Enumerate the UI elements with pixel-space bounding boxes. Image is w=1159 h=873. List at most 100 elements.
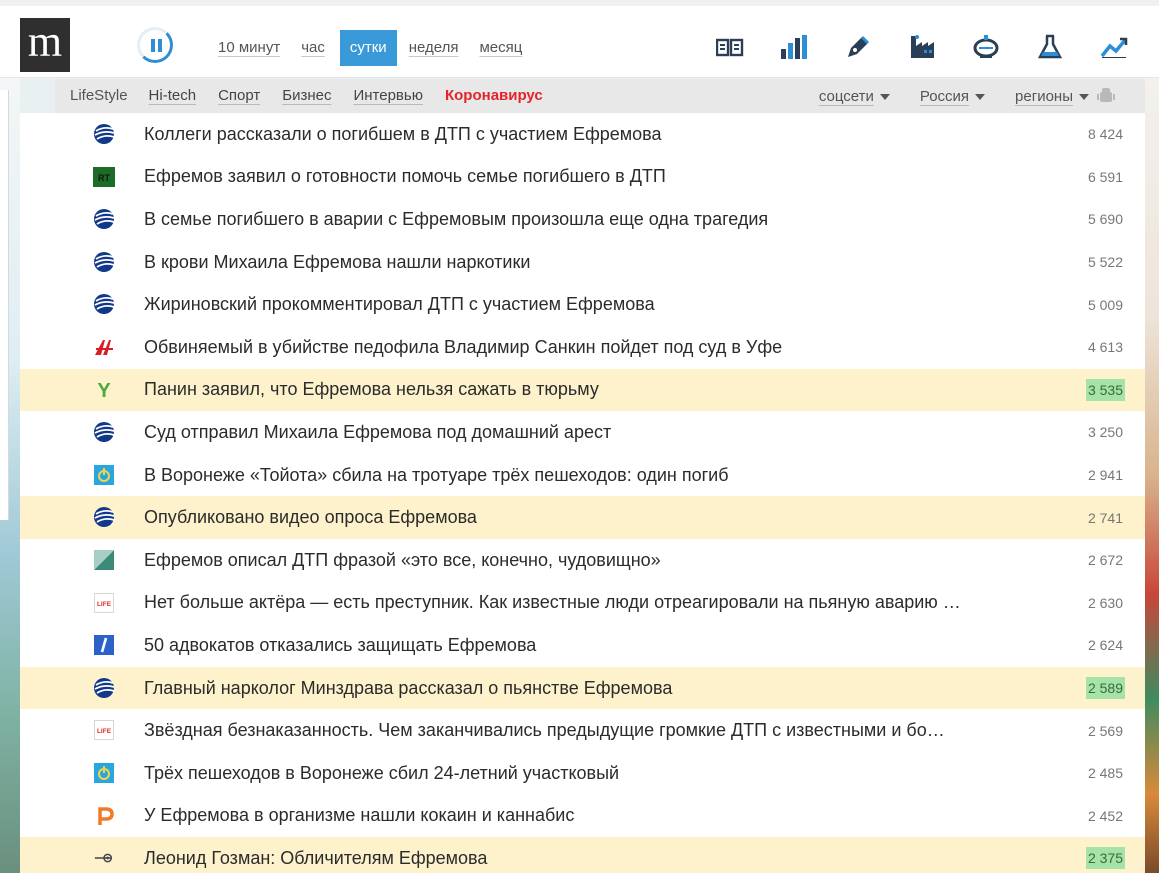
news-title-link[interactable]: Звёздная безнаказанность. Чем заканчивал…: [144, 720, 1014, 741]
news-row[interactable]: Леонид Гозман: Обличителям Ефремова 2 375: [20, 837, 1145, 873]
svg-text:LIFE: LIFE: [97, 728, 112, 735]
news-row[interactable]: Жириновский прокомментировал ДТП с участ…: [20, 283, 1145, 326]
view-count: 2 630: [1087, 594, 1123, 611]
globe-icon: [93, 251, 115, 272]
news-title-link[interactable]: Ефремов описал ДТП фразой «это все, коне…: [144, 550, 1014, 571]
period-10min[interactable]: 10 минут: [212, 30, 286, 66]
globe-icon: [93, 124, 115, 144]
period-month[interactable]: месяц: [473, 30, 528, 66]
caret-down-icon: [1079, 93, 1089, 100]
news-title-link[interactable]: Коллеги рассказали о погибшем в ДТП с уч…: [144, 124, 1014, 145]
globe-icon: [93, 507, 115, 528]
slash-icon: [93, 635, 115, 656]
news-row[interactable]: Ефремов описал ДТП фразой «это все, коне…: [20, 539, 1145, 582]
section-tabs: LifeStyle Hi-tech Спорт Бизнес Интервью …: [55, 79, 554, 113]
power-icon: [93, 464, 115, 485]
period-week[interactable]: неделя: [403, 30, 465, 66]
news-row[interactable]: Главный нарколог Минздрава рассказал о п…: [20, 666, 1145, 710]
cup-icon[interactable]: [971, 32, 1001, 62]
news-row[interactable]: 50 адвокатов отказались защищать Ефремов…: [20, 624, 1145, 667]
news-title-link[interactable]: Леонид Гозман: Обличителям Ефремова: [144, 848, 1014, 869]
news-title-link[interactable]: Трёх пешеходов в Воронеже сбил 24-летний…: [144, 763, 1014, 784]
news-title-link[interactable]: В семье погибшего в аварии с Ефремовым п…: [144, 209, 1014, 230]
line-chart-icon[interactable]: [1099, 32, 1129, 62]
flask-icon[interactable]: [1035, 32, 1065, 62]
news-title-link[interactable]: Главный нарколог Минздрава рассказал о п…: [144, 678, 1014, 699]
tab-sport[interactable]: Спорт: [207, 79, 271, 113]
news-title-link[interactable]: В крови Михаила Ефремова нашли наркотики: [144, 252, 1014, 273]
globe-icon: [93, 294, 115, 315]
news-row[interactable]: LIFE Нет больше актёра — есть преступник.…: [20, 582, 1145, 625]
rt-icon: RT: [93, 166, 115, 187]
news-row[interactable]: RT Ефремов заявил о готовности помочь сем…: [20, 156, 1145, 199]
pause-refresh-button[interactable]: [137, 27, 173, 63]
news-title-link[interactable]: Суд отправил Михаила Ефремова под домашн…: [144, 422, 1014, 443]
site-logo[interactable]: m: [20, 18, 70, 72]
robot-icon[interactable]: [1097, 87, 1115, 105]
view-count: 2 624: [1087, 637, 1123, 654]
regions-dropdown[interactable]: регионы: [1015, 88, 1089, 105]
category-icons: [681, 32, 1129, 62]
news-row[interactable]: В семье погибшего в аварии с Ефремовым п…: [20, 198, 1145, 241]
news-list: Коллеги рассказали о погибшем в ДТП с уч…: [20, 113, 1145, 873]
news-title-link[interactable]: У Ефремова в организме нашли кокаин и ка…: [144, 805, 1014, 826]
view-count: 2 375: [1085, 847, 1125, 870]
news-title-link[interactable]: Опубликовано видео опроса Ефремова: [144, 507, 1014, 528]
life-icon: LIFE: [93, 720, 115, 741]
view-count: 3 535: [1085, 378, 1125, 401]
news-row[interactable]: В крови Михаила Ефремова нашли наркотики…: [20, 241, 1145, 284]
period-day[interactable]: сутки: [339, 30, 397, 66]
news-title-link[interactable]: Жириновский прокомментировал ДТП с участ…: [144, 294, 1014, 315]
globe-icon: [93, 209, 115, 230]
pen-icon[interactable]: [843, 32, 873, 62]
news-row[interactable]: Обвиняемый в убийстве педофила Владимир …: [20, 326, 1145, 369]
news-title-link[interactable]: Обвиняемый в убийстве педофила Владимир …: [144, 337, 1014, 358]
news-row[interactable]: В Воронеже «Тойота» сбила на тротуаре тр…: [20, 454, 1145, 497]
socials-dropdown[interactable]: соцсети: [819, 88, 890, 105]
pause-icon: [151, 39, 155, 52]
news-row[interactable]: Коллеги рассказали о погибшем в ДТП с уч…: [20, 113, 1145, 156]
power-icon: [93, 762, 115, 783]
news-row[interactable]: У Ефремова в организме нашли кокаин и ка…: [20, 795, 1145, 838]
news-title-link[interactable]: Ефремов заявил о готовности помочь семье…: [144, 166, 1014, 187]
tab-coronavirus[interactable]: Коронавирус: [434, 79, 554, 113]
view-count: 8 424: [1087, 126, 1123, 143]
globe-icon: [93, 422, 115, 443]
view-count: 5 690: [1087, 211, 1123, 228]
view-count: 2 452: [1087, 807, 1123, 824]
bar-chart-icon[interactable]: [779, 32, 809, 62]
caret-down-icon: [879, 93, 890, 100]
view-count: 2 569: [1087, 722, 1123, 739]
tab-interview[interactable]: Интервью: [342, 79, 434, 113]
section-nav: LifeStyle Hi-tech Спорт Бизнес Интервью …: [55, 79, 1145, 114]
view-count: 3 250: [1087, 424, 1123, 441]
news-row[interactable]: Опубликовано видео опроса Ефремова 2 741: [20, 496, 1145, 539]
top-header: m 10 минут час сутки неделя месяц: [0, 0, 1159, 78]
news-row[interactable]: LIFE Звёздная безнаказанность. Чем заканч…: [20, 709, 1145, 752]
news-title-link[interactable]: Панин заявил, что Ефремова нельзя сажать…: [144, 379, 1014, 400]
view-count: 4 613: [1087, 339, 1123, 356]
tab-hitech[interactable]: Hi-tech: [143, 79, 208, 113]
factory-icon[interactable]: [907, 32, 937, 62]
svg-text:LIFE: LIFE: [97, 601, 112, 608]
right-background-image: [1143, 78, 1159, 873]
news-row[interactable]: Суд отправил Михаила Ефремова под домашн…: [20, 411, 1145, 454]
news-row[interactable]: Трёх пешеходов в Воронеже сбил 24-летний…: [20, 752, 1145, 795]
tab-lifestyle[interactable]: LifeStyle: [55, 79, 143, 113]
view-count: 6 591: [1087, 168, 1123, 185]
country-dropdown[interactable]: Россия: [920, 88, 986, 105]
news-title-link[interactable]: 50 адвокатов отказались защищать Ефремов…: [144, 635, 1014, 656]
globe-icon: [93, 677, 115, 698]
tab-business[interactable]: Бизнес: [271, 79, 342, 113]
news-row[interactable]: Y Панин заявил, что Ефремова нельзя сажат…: [20, 368, 1145, 412]
svg-text:RT: RT: [98, 173, 110, 183]
left-background-image: [0, 78, 20, 873]
book-icon[interactable]: [715, 32, 745, 62]
svg-text:Y: Y: [97, 380, 111, 401]
period-hour[interactable]: час: [295, 30, 331, 66]
news-title-link[interactable]: Нет больше актёра — есть преступник. Как…: [144, 592, 1014, 613]
filters: соцсети Россия регионы: [819, 79, 1145, 113]
view-count: 2 589: [1085, 677, 1125, 700]
period-selector: 10 минут час сутки неделя месяц: [212, 30, 537, 66]
news-title-link[interactable]: В Воронеже «Тойота» сбила на тротуаре тр…: [144, 465, 1014, 486]
